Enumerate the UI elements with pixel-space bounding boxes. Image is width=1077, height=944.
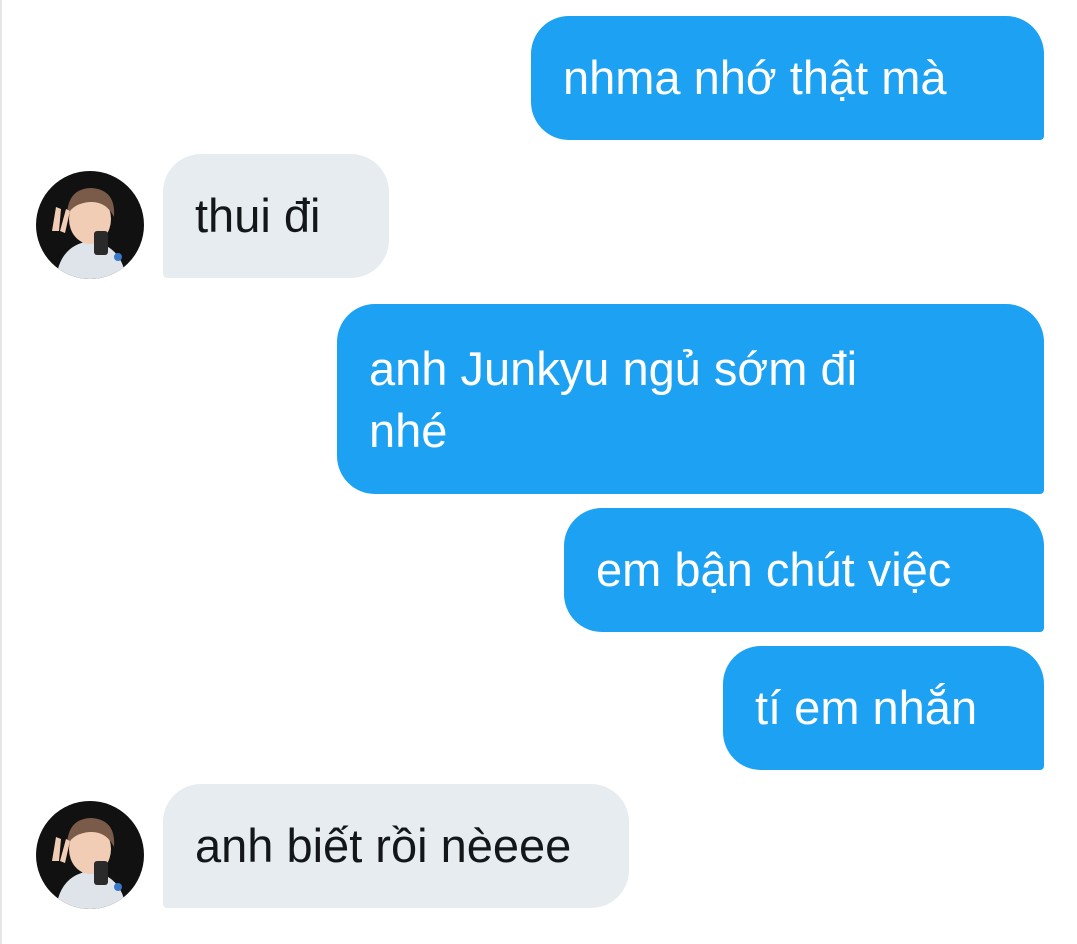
avatar-icon [36, 801, 144, 909]
message-text: em bận chút việc [596, 543, 952, 596]
message-text: anh biết rồi nèeee [195, 819, 572, 872]
sent-message-bubble[interactable]: tí em nhắn [723, 646, 1044, 770]
message-text: nhma nhớ thật mà [563, 51, 947, 104]
sent-message-bubble[interactable]: em bận chút việc [564, 508, 1044, 632]
screen-edge [0, 0, 2, 944]
contact-avatar[interactable] [36, 171, 144, 279]
sent-message-bubble[interactable]: anh Junkyu ngủ sớm đi nhé [337, 304, 1044, 494]
sent-message-bubble[interactable]: nhma nhớ thật mà [531, 16, 1044, 140]
message-text: tí em nhắn [755, 681, 978, 734]
received-message-bubble[interactable]: thui đi [163, 154, 389, 278]
received-message-bubble[interactable]: anh biết rồi nèeee [163, 784, 629, 908]
message-text: thui đi [195, 189, 321, 242]
message-text: anh Junkyu ngủ sớm đi nhé [369, 342, 858, 457]
contact-avatar[interactable] [36, 801, 144, 909]
avatar-icon [36, 171, 144, 279]
